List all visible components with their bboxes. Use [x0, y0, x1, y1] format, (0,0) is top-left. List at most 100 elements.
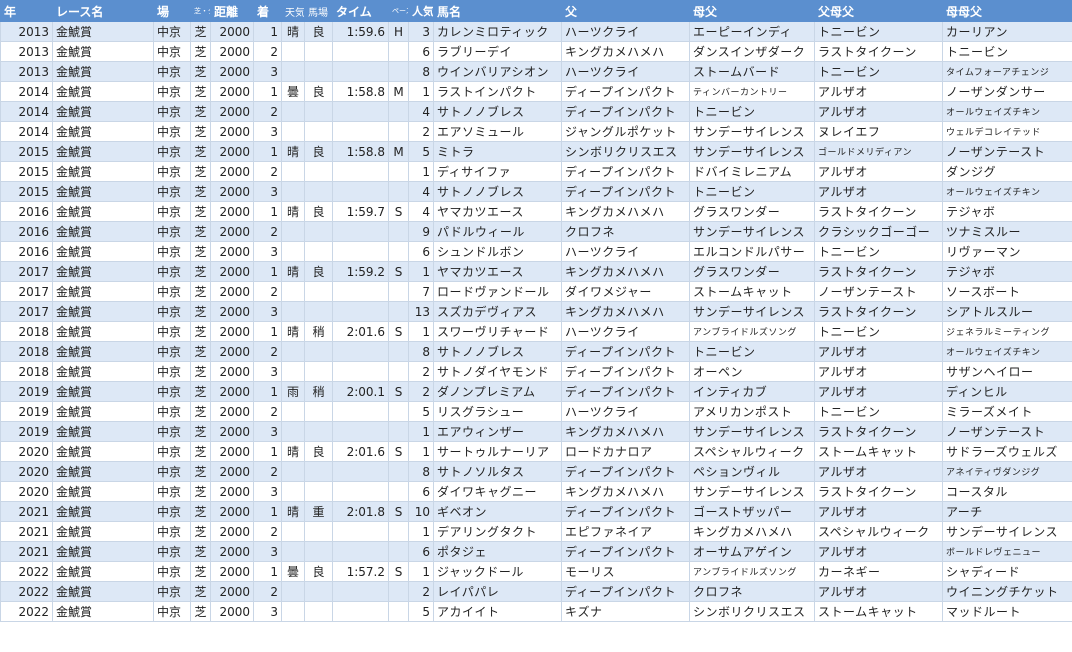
cell-weather[interactable] — [281, 521, 305, 542]
cell-distance[interactable]: 2000 — [210, 201, 254, 222]
cell-dam-sire[interactable]: オーペン — [689, 361, 815, 382]
cell-horse-name[interactable]: サトノノブレス — [433, 181, 562, 202]
cell-year[interactable]: 2013 — [0, 61, 53, 82]
cell-sire[interactable]: ディープインパクト — [561, 461, 690, 482]
cell-popularity[interactable]: 2 — [408, 121, 434, 142]
cell-time[interactable] — [332, 61, 389, 82]
cell-race-name[interactable]: 金鯱賞 — [52, 21, 154, 42]
cell-race-name[interactable]: 金鯱賞 — [52, 521, 154, 542]
cell-dam-dam-sire[interactable]: アネイティヴダンジグ — [942, 461, 1072, 482]
cell-race-name[interactable]: 金鯱賞 — [52, 341, 154, 362]
cell-surface[interactable]: 芝 — [190, 401, 211, 422]
cell-sire-dam-sire[interactable]: アルザオ — [814, 361, 943, 382]
cell-distance[interactable]: 2000 — [210, 521, 254, 542]
cell-dam-sire[interactable]: インティカブ — [689, 381, 815, 402]
cell-finish[interactable]: 2 — [253, 41, 282, 62]
cell-horse-name[interactable]: ラブリーデイ — [433, 41, 562, 62]
cell-popularity[interactable]: 1 — [408, 521, 434, 542]
header-venue[interactable]: 場 — [153, 0, 191, 22]
cell-time[interactable]: 1:58.8 — [332, 81, 389, 102]
cell-surface[interactable]: 芝 — [190, 81, 211, 102]
cell-year[interactable]: 2018 — [0, 321, 53, 342]
cell-popularity[interactable]: 6 — [408, 541, 434, 562]
cell-dam-sire[interactable]: ペションヴィル — [689, 461, 815, 482]
cell-pace[interactable] — [388, 521, 409, 542]
cell-weather[interactable] — [281, 161, 305, 182]
header-sire[interactable]: 父 — [561, 0, 690, 22]
cell-horse-name[interactable]: ギベオン — [433, 501, 562, 522]
cell-year[interactable]: 2013 — [0, 41, 53, 62]
cell-race-name[interactable]: 金鯱賞 — [52, 601, 154, 622]
cell-popularity[interactable]: 6 — [408, 41, 434, 62]
cell-time[interactable] — [332, 121, 389, 142]
cell-popularity[interactable]: 3 — [408, 21, 434, 42]
cell-finish[interactable]: 3 — [253, 541, 282, 562]
cell-dam-sire[interactable]: サンデーサイレンス — [689, 421, 815, 442]
cell-year[interactable]: 2021 — [0, 541, 53, 562]
cell-dam-sire[interactable]: トニービン — [689, 101, 815, 122]
cell-popularity[interactable]: 7 — [408, 281, 434, 302]
cell-race-name[interactable]: 金鯱賞 — [52, 401, 154, 422]
cell-time[interactable] — [332, 521, 389, 542]
cell-weather[interactable]: 晴 — [281, 441, 305, 462]
cell-pace[interactable]: M — [388, 141, 409, 162]
cell-race-name[interactable]: 金鯱賞 — [52, 501, 154, 522]
cell-time[interactable] — [332, 281, 389, 302]
cell-surface[interactable]: 芝 — [190, 321, 211, 342]
cell-finish[interactable]: 3 — [253, 421, 282, 442]
cell-surface[interactable]: 芝 — [190, 501, 211, 522]
cell-finish[interactable]: 2 — [253, 521, 282, 542]
cell-pace[interactable]: S — [388, 321, 409, 342]
cell-surface[interactable]: 芝 — [190, 61, 211, 82]
cell-pace[interactable]: S — [388, 201, 409, 222]
cell-surface[interactable]: 芝 — [190, 141, 211, 162]
cell-horse-name[interactable]: ミトラ — [433, 141, 562, 162]
cell-pace[interactable] — [388, 541, 409, 562]
cell-dam-sire[interactable]: グラスワンダー — [689, 261, 815, 282]
cell-sire[interactable]: ディープインパクト — [561, 361, 690, 382]
cell-track[interactable] — [304, 401, 333, 422]
cell-distance[interactable]: 2000 — [210, 181, 254, 202]
cell-race-name[interactable]: 金鯱賞 — [52, 261, 154, 282]
cell-dam-sire[interactable]: ストームキャット — [689, 281, 815, 302]
cell-track[interactable]: 良 — [304, 261, 333, 282]
cell-popularity[interactable]: 10 — [408, 501, 434, 522]
cell-sire[interactable]: キングカメハメハ — [561, 421, 690, 442]
cell-dam-dam-sire[interactable]: ノーザンダンサー — [942, 81, 1072, 102]
cell-race-name[interactable]: 金鯱賞 — [52, 421, 154, 442]
cell-sire[interactable]: キングカメハメハ — [561, 301, 690, 322]
cell-venue[interactable]: 中京 — [153, 121, 191, 142]
cell-sire-dam-sire[interactable]: ラストタイクーン — [814, 421, 943, 442]
cell-pace[interactable]: S — [388, 381, 409, 402]
cell-surface[interactable]: 芝 — [190, 261, 211, 282]
cell-track[interactable] — [304, 421, 333, 442]
cell-horse-name[interactable]: サートゥルナーリア — [433, 441, 562, 462]
cell-finish[interactable]: 3 — [253, 181, 282, 202]
cell-popularity[interactable]: 4 — [408, 181, 434, 202]
cell-popularity[interactable]: 1 — [408, 321, 434, 342]
cell-weather[interactable] — [281, 281, 305, 302]
cell-finish[interactable]: 2 — [253, 461, 282, 482]
cell-distance[interactable]: 2000 — [210, 241, 254, 262]
cell-sire[interactable]: ディープインパクト — [561, 161, 690, 182]
cell-time[interactable]: 2:01.8 — [332, 501, 389, 522]
cell-venue[interactable]: 中京 — [153, 381, 191, 402]
cell-sire-dam-sire[interactable]: ノーザンテースト — [814, 281, 943, 302]
cell-distance[interactable]: 2000 — [210, 341, 254, 362]
cell-finish[interactable]: 2 — [253, 581, 282, 602]
cell-dam-sire[interactable]: シンボリクリスエス — [689, 601, 815, 622]
cell-race-name[interactable]: 金鯱賞 — [52, 321, 154, 342]
cell-distance[interactable]: 2000 — [210, 581, 254, 602]
cell-race-name[interactable]: 金鯱賞 — [52, 461, 154, 482]
cell-sire[interactable]: ハーツクライ — [561, 401, 690, 422]
cell-dam-dam-sire[interactable]: カーリアン — [942, 21, 1072, 42]
cell-weather[interactable]: 曇 — [281, 81, 305, 102]
cell-track[interactable]: 良 — [304, 21, 333, 42]
cell-track[interactable]: 良 — [304, 81, 333, 102]
cell-sire-dam-sire[interactable]: ラストタイクーン — [814, 201, 943, 222]
cell-race-name[interactable]: 金鯱賞 — [52, 361, 154, 382]
cell-popularity[interactable]: 1 — [408, 421, 434, 442]
cell-weather[interactable] — [281, 581, 305, 602]
cell-year[interactable]: 2020 — [0, 461, 53, 482]
cell-track[interactable] — [304, 521, 333, 542]
